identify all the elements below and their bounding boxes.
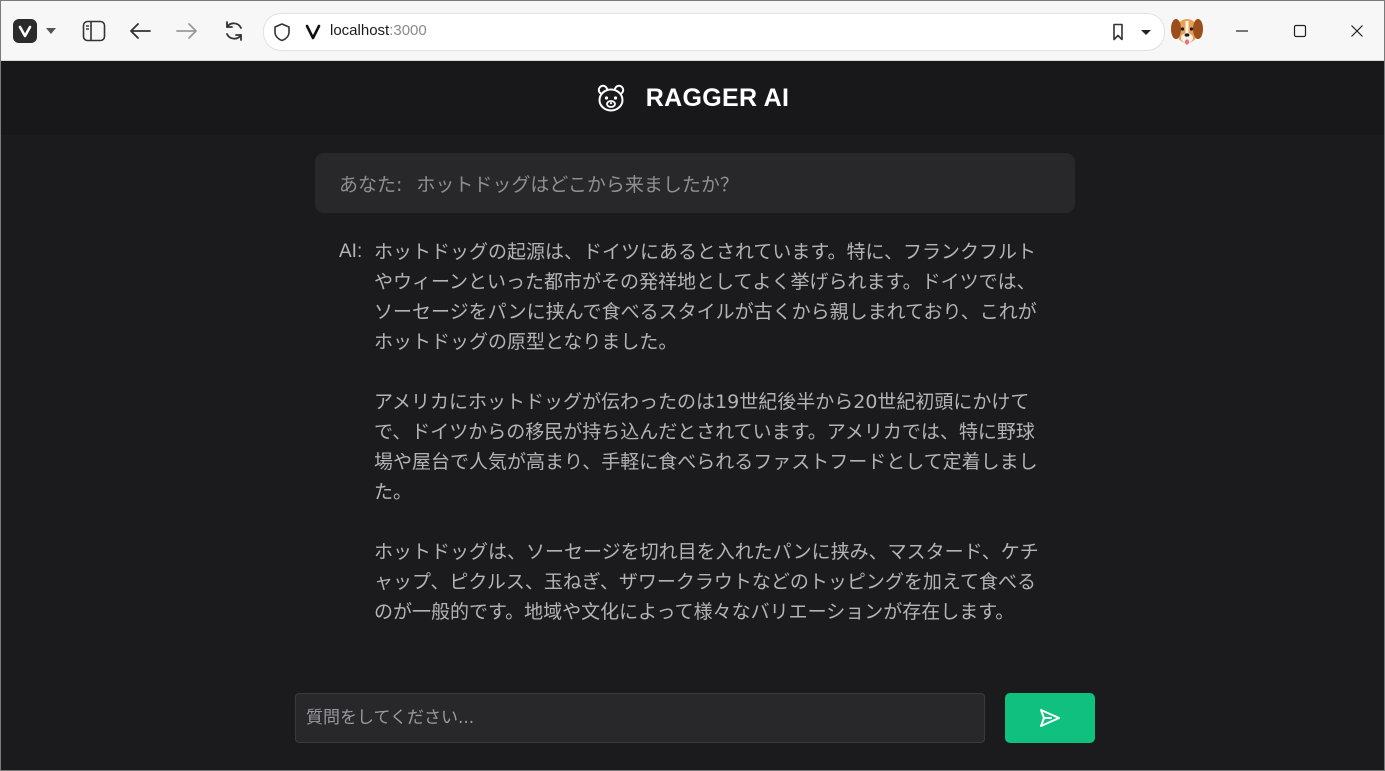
app-title: RAGGER AI xyxy=(645,83,790,112)
ai-message-body: ホットドッグの起源は、ドイツにあるとされています。特に、フランクフルトやウィーン… xyxy=(374,237,1051,627)
bear-icon xyxy=(597,84,624,112)
send-button[interactable] xyxy=(1005,693,1095,743)
shield-icon[interactable] xyxy=(272,22,292,42)
brand: RAGGER AI xyxy=(596,83,789,113)
chat-app: RAGGER AI あなた: ホットドッグはどこから来ましたか？ AI: ホット… xyxy=(1,61,1384,770)
ai-paragraph: ホットドッグの起源は、ドイツにあるとされています。特に、フランクフルトやウィーン… xyxy=(374,241,1037,353)
browser-toolbar: localhost:3000 xyxy=(1,1,1384,61)
bookmark-icon[interactable] xyxy=(1108,22,1128,42)
ai-paragraph: ホットドッグは、ソーセージを切れ目を入れたパンに挟み、マスタード、ケチャップ、ピ… xyxy=(374,541,1039,623)
address-bar[interactable]: localhost:3000 xyxy=(263,13,1165,51)
user-label: あなた: xyxy=(339,173,403,196)
ai-paragraph: アメリカにホットドッグが伝わったのは19世紀後半から20世紀初頭にかけてで、ドイ… xyxy=(374,391,1038,503)
vivaldi-icon[interactable] xyxy=(13,19,37,43)
ai-label: AI: xyxy=(339,241,363,262)
url-port: :3000 xyxy=(389,22,427,39)
dog-avatar-icon[interactable] xyxy=(1169,14,1205,48)
caret-down-icon[interactable] xyxy=(1136,22,1156,42)
url-text[interactable]: localhost:3000 xyxy=(330,22,427,39)
reload-icon[interactable] xyxy=(220,18,248,44)
sidebar-panel-icon[interactable] xyxy=(81,18,107,44)
minimize-icon[interactable] xyxy=(1227,18,1257,44)
url-host: localhost xyxy=(330,22,390,39)
maximize-icon[interactable] xyxy=(1285,18,1315,44)
browser-window: localhost:3000 RAGGER AI あなた: ホットドッグはどこか… xyxy=(0,0,1385,771)
arrow-right-icon[interactable] xyxy=(173,18,201,44)
app-header: RAGGER AI xyxy=(1,61,1384,135)
arrow-left-icon[interactable] xyxy=(126,18,154,44)
close-icon[interactable] xyxy=(1342,18,1372,44)
ai-message: AI: ホットドッグの起源は、ドイツにあるとされています。特に、フランクフルトや… xyxy=(339,237,1051,627)
user-message: あなた: ホットドッグはどこから来ましたか？ xyxy=(315,153,1075,213)
question-input[interactable] xyxy=(295,693,985,743)
user-message-text: ホットドッグはどこから来ましたか？ xyxy=(416,173,739,196)
vivaldi-v-icon xyxy=(304,23,322,41)
chevron-down-icon[interactable] xyxy=(41,21,61,41)
send-icon xyxy=(1040,709,1060,727)
